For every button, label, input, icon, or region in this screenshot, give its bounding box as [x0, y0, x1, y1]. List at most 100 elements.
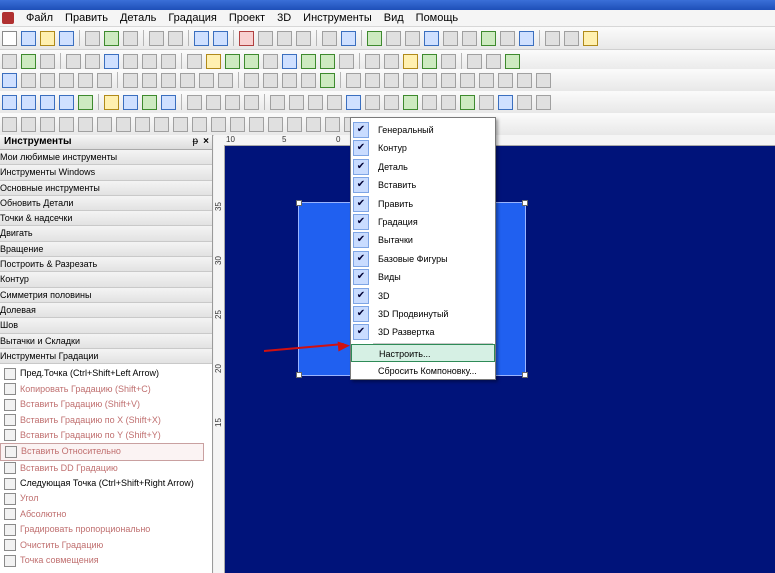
tool-g-icon[interactable] [116, 116, 131, 132]
tool-n-icon[interactable] [249, 116, 264, 132]
measure-table-icon[interactable] [104, 94, 119, 110]
offset-icon[interactable] [161, 72, 176, 88]
align-icon[interactable] [263, 53, 278, 69]
menu-file[interactable]: Файл [20, 12, 59, 24]
text-icon[interactable] [123, 53, 138, 69]
tool-p-icon[interactable] [287, 116, 302, 132]
grading-tool-item[interactable]: Абсолютно [0, 507, 212, 522]
divide-icon[interactable] [282, 72, 297, 88]
tool-category[interactable]: Двигать [0, 226, 212, 242]
circle-icon[interactable] [85, 53, 100, 69]
grading-tool-item[interactable]: Градировать пропорционально [0, 522, 212, 537]
tool-category[interactable]: Симметрия половины [0, 287, 212, 303]
select-arrow-icon[interactable] [2, 72, 17, 88]
toolbar-toggle-item[interactable]: ✔ Вытачки [351, 231, 495, 249]
menu-piece[interactable]: Деталь [114, 12, 162, 24]
menu-tools[interactable]: Инструменты [297, 12, 378, 24]
paste-icon[interactable] [277, 30, 292, 46]
merge-icon[interactable] [339, 53, 354, 69]
grading-tool-item[interactable]: Угол [0, 491, 212, 506]
toolbar-toggle-item[interactable]: ✔ Виды [351, 268, 495, 286]
grading-tool-item[interactable]: Вставить Градацию по X (Shift+X) [0, 412, 212, 427]
tool-c-icon[interactable] [40, 116, 55, 132]
undo-icon[interactable] [194, 30, 209, 46]
paint-icon[interactable] [517, 94, 532, 110]
fillet-icon[interactable] [218, 72, 233, 88]
frame-icon[interactable] [346, 94, 361, 110]
dart-icon[interactable] [142, 53, 157, 69]
grading-tool-item[interactable]: Очистить Градацию [0, 537, 212, 552]
menu-edit[interactable]: Править [59, 12, 114, 24]
seam-icon[interactable] [187, 53, 202, 69]
piece-view-4-icon[interactable] [244, 94, 259, 110]
export-icon[interactable] [104, 30, 119, 46]
frame-2-icon[interactable] [365, 94, 380, 110]
rule-icon[interactable] [384, 53, 399, 69]
tool-a-icon[interactable] [2, 116, 17, 132]
cycle-icon[interactable] [270, 94, 285, 110]
contour-icon[interactable] [301, 53, 316, 69]
view-icon[interactable] [545, 30, 560, 46]
view-5-icon[interactable] [78, 94, 93, 110]
view-3-icon[interactable] [40, 94, 55, 110]
point-icon[interactable] [2, 53, 17, 69]
tool-j-icon[interactable] [173, 116, 188, 132]
tool-r-icon[interactable] [325, 116, 340, 132]
hexagon-icon[interactable] [479, 72, 494, 88]
zoom-icon[interactable] [149, 30, 164, 46]
grading-tool-item[interactable]: Следующая Точка (Ctrl+Shift+Right Arrow) [0, 476, 212, 491]
diamond-icon[interactable] [403, 72, 418, 88]
tool-k-icon[interactable] [192, 116, 207, 132]
spline-icon[interactable] [142, 72, 157, 88]
grading-tool-item[interactable]: Вставить Относительно [0, 443, 204, 461]
plot-icon[interactable] [481, 30, 496, 46]
grading-tool-item[interactable]: Вставить Градацию по Y (Shift+Y) [0, 428, 212, 443]
tool-m-icon[interactable] [230, 116, 245, 132]
format-icon[interactable] [536, 94, 551, 110]
tool-category[interactable]: Построить & Разрезать [0, 257, 212, 273]
piece-view-2-icon[interactable] [206, 94, 221, 110]
snap-icon[interactable] [405, 30, 420, 46]
view-1-icon[interactable] [2, 94, 17, 110]
nest-icon[interactable] [441, 53, 456, 69]
trapezoid-icon[interactable] [384, 72, 399, 88]
insert-point-icon[interactable] [244, 53, 259, 69]
layer-icon[interactable] [424, 30, 439, 46]
arc-icon[interactable] [123, 72, 138, 88]
import-icon[interactable] [123, 30, 138, 46]
square-icon[interactable] [365, 72, 380, 88]
customize-menu-item[interactable]: Настроить... [351, 344, 495, 362]
tool-b-icon[interactable] [21, 116, 36, 132]
rhombus-icon[interactable] [422, 72, 437, 88]
page-icon[interactable] [308, 94, 323, 110]
tool-h-icon[interactable] [135, 116, 150, 132]
tool-e-icon[interactable] [78, 116, 93, 132]
tool-category[interactable]: Контур [0, 272, 212, 288]
frame-3-icon[interactable] [384, 94, 399, 110]
3d-icon[interactable] [500, 30, 515, 46]
angle-icon[interactable] [40, 72, 55, 88]
rotate-icon[interactable] [104, 53, 119, 69]
toolbar-toggle-item[interactable]: ✔ Контур [351, 139, 495, 157]
hatch-icon[interactable] [244, 72, 259, 88]
pin-icon[interactable]: ᵽ [192, 135, 198, 149]
tool-f-icon[interactable] [97, 116, 112, 132]
window-icon[interactable] [341, 30, 356, 46]
pan-icon[interactable] [168, 30, 183, 46]
toolbar-toggle-item[interactable]: ✔ Градация [351, 213, 495, 231]
toolbar-toggle-item[interactable]: ✔ 3D [351, 287, 495, 305]
view-4-icon[interactable] [59, 94, 74, 110]
grading-tool-item[interactable]: Пред.Точка (Ctrl+Shift+Left Arrow) [0, 366, 212, 381]
pointer-tool-icon[interactable] [2, 30, 17, 46]
reset-layout-menu-item[interactable]: Сбросить Компоновку... [351, 362, 495, 380]
plus-icon[interactable] [505, 53, 520, 69]
line-draw-icon[interactable] [21, 72, 36, 88]
page-2-icon[interactable] [327, 94, 342, 110]
piece-view-3-icon[interactable] [225, 94, 240, 110]
settings-icon[interactable] [583, 30, 598, 46]
sewing-icon[interactable] [161, 94, 176, 110]
transform-icon[interactable] [479, 94, 494, 110]
tool-category[interactable]: Точки & надсечки [0, 211, 212, 227]
tool-d-icon[interactable] [59, 116, 74, 132]
shuffle-icon[interactable] [460, 94, 475, 110]
